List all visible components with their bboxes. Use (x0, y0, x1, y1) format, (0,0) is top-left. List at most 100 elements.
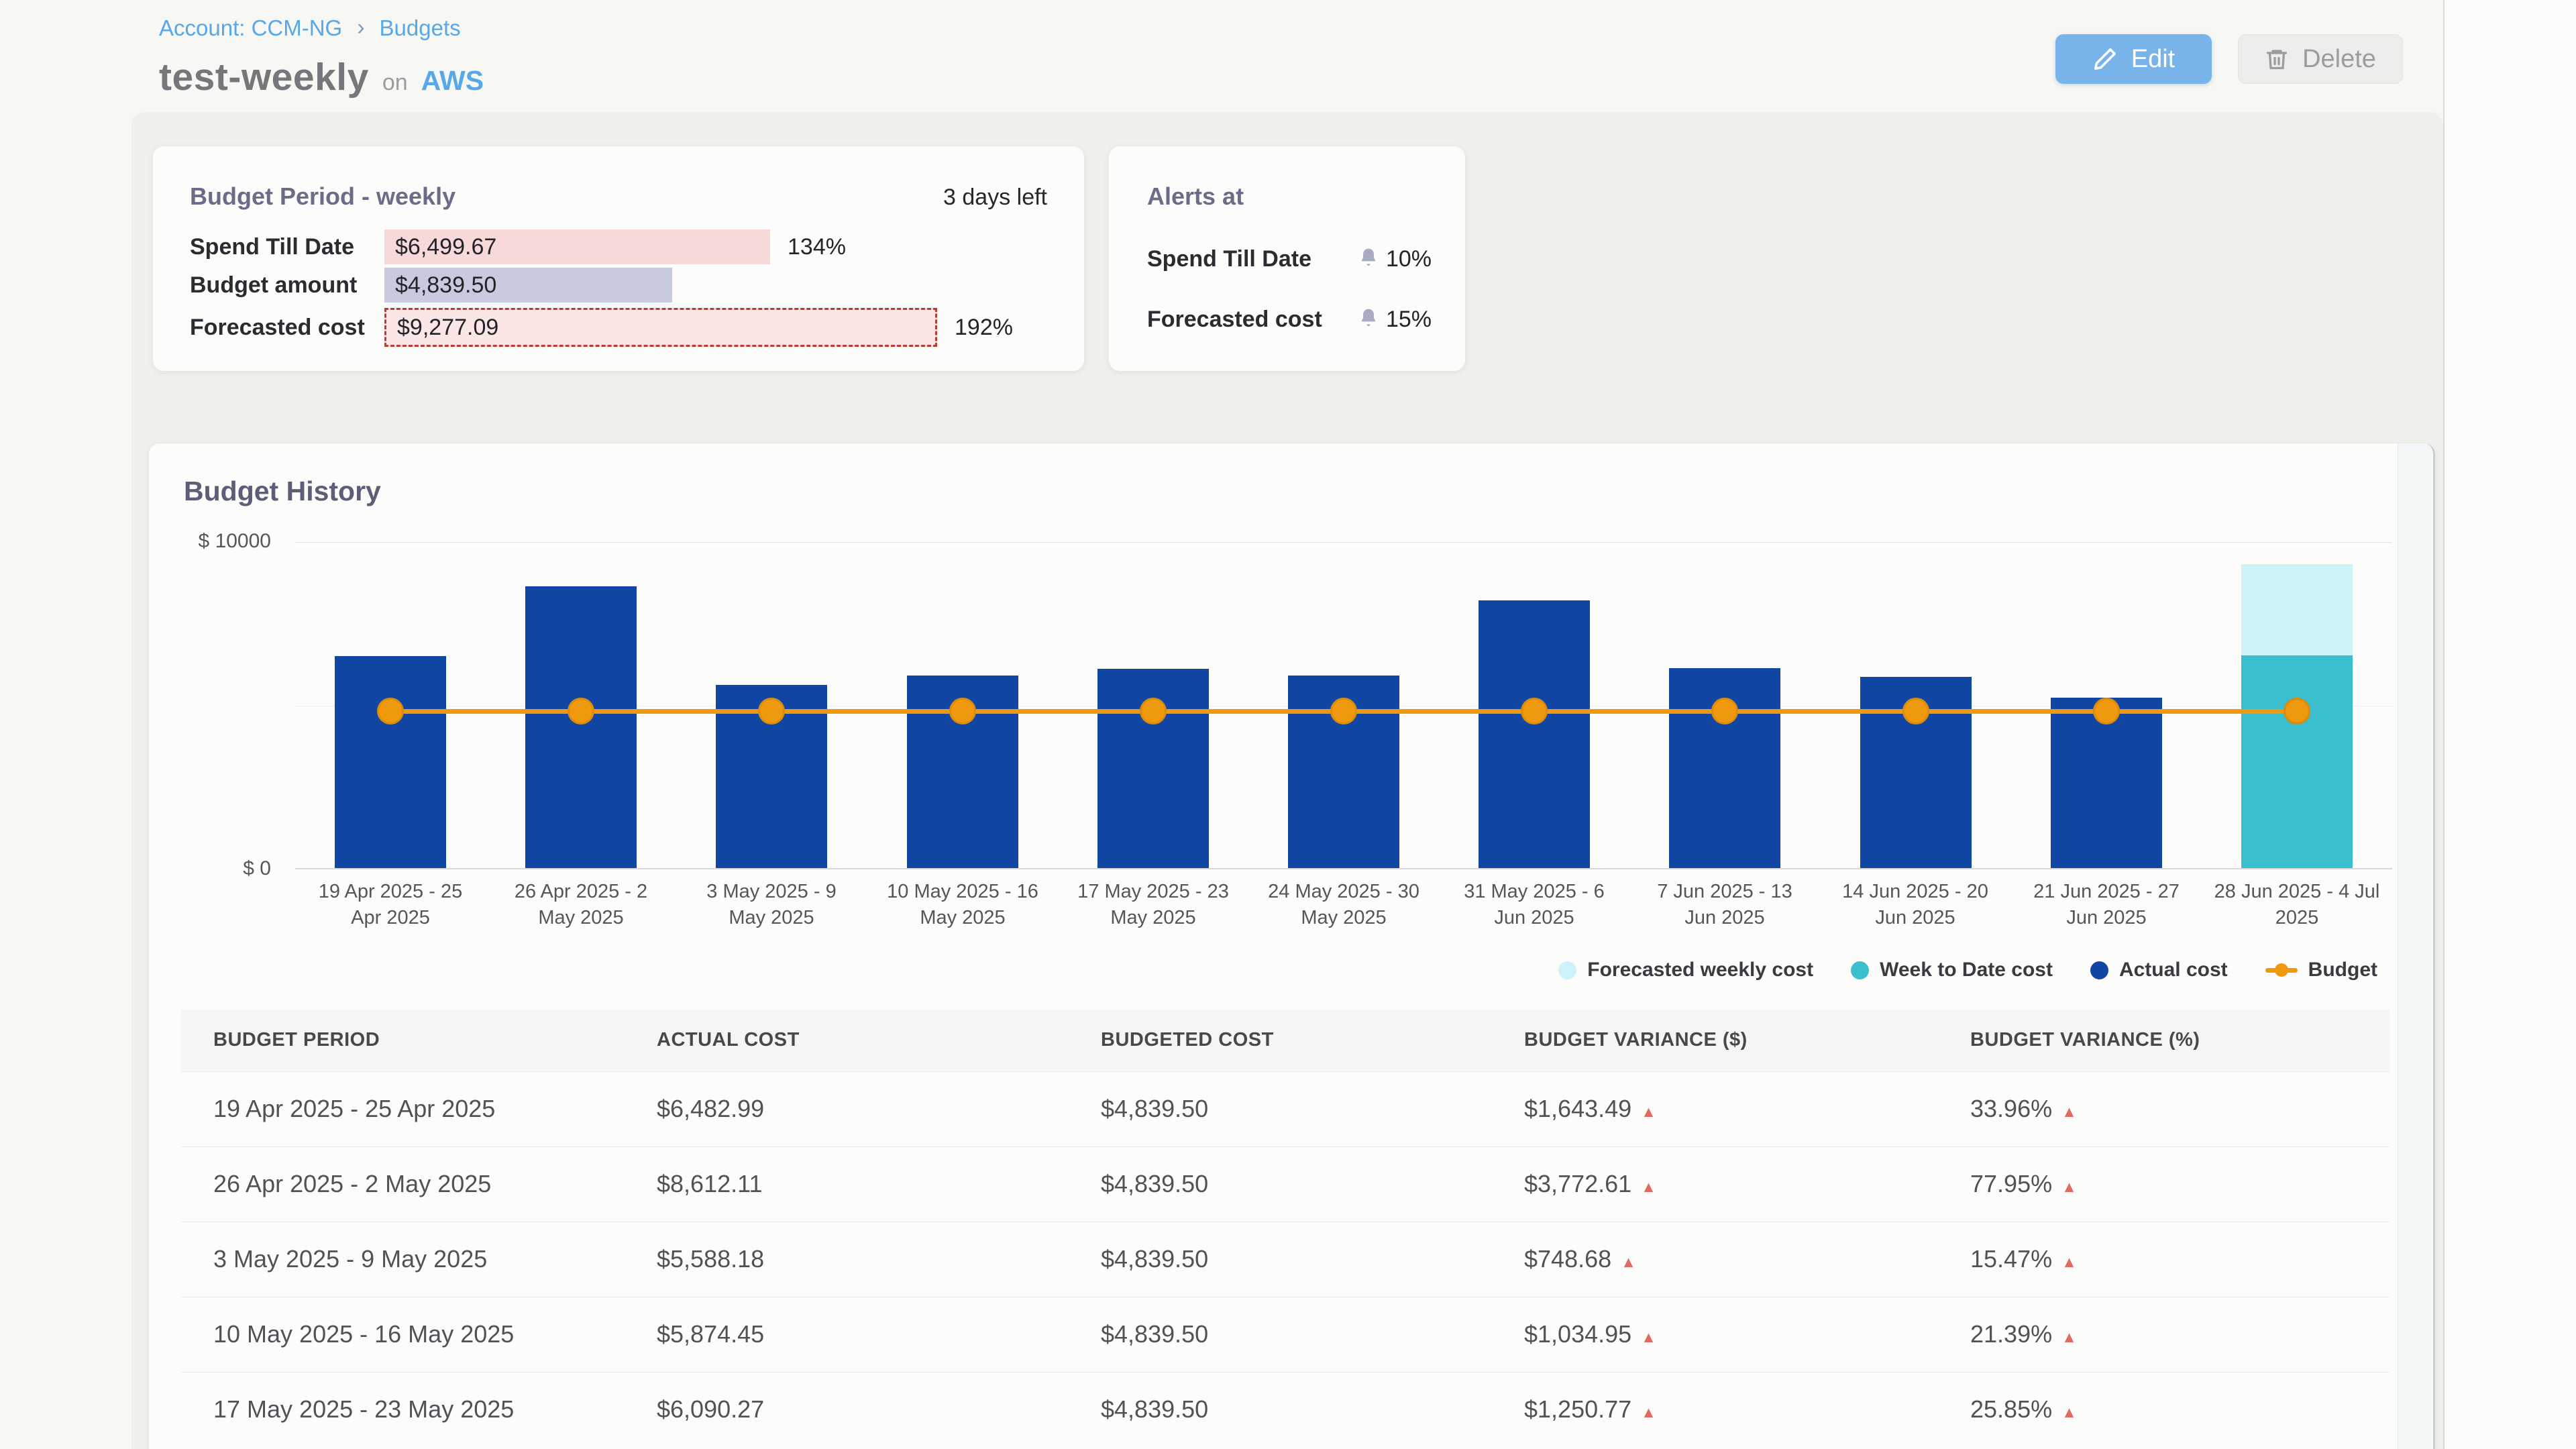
legend-forecasted-weekly-cost[interactable]: Forecasted weekly cost (1558, 959, 1813, 981)
up-triangle-icon: ▲ (1641, 1328, 1656, 1346)
col-budget-variance-pct: BUDGET VARIANCE (%) (1938, 1010, 2390, 1071)
budget-line-marker[interactable] (568, 698, 594, 724)
budget-detail-page: Account: CCM-NG › Budgets test-weekly on… (0, 0, 2576, 1449)
up-triangle-icon: ▲ (2061, 1178, 2077, 1195)
col-budget-variance-usd: BUDGET VARIANCE ($) (1492, 1010, 1938, 1071)
legend-week-to-date-cost[interactable]: Week to Date cost (1851, 959, 2053, 981)
legend-label: Actual cost (2119, 959, 2228, 981)
chart-legend: Forecasted weekly cost Week to Date cost… (1558, 959, 2377, 981)
alert-spend-label: Spend Till Date (1147, 246, 1311, 272)
budget-history-table: BUDGET PERIOD ACTUAL COST BUDGETED COST … (181, 1010, 2390, 1447)
spend-till-date-label: Spend Till Date (190, 234, 384, 260)
page-title: test-weekly (159, 55, 369, 99)
spend-till-date-row: Spend Till Date $6,499.67 134% (190, 229, 846, 264)
delete-button[interactable]: Delete (2238, 34, 2403, 84)
cell-period: 3 May 2025 - 9 May 2025 (181, 1222, 625, 1297)
actual-cost-bar[interactable] (525, 586, 637, 868)
budget-line-marker[interactable] (1140, 698, 1167, 724)
cell-variance-pct: 77.95%▲ (1938, 1146, 2390, 1222)
up-triangle-icon: ▲ (2061, 1253, 2077, 1271)
x-axis-label: 24 May 2025 - 30 May 2025 (1248, 879, 1439, 931)
budget-line-marker[interactable] (377, 698, 404, 724)
budget-line-marker[interactable] (949, 698, 976, 724)
budget-line-marker[interactable] (758, 698, 785, 724)
x-axis-label: 10 May 2025 - 16 May 2025 (867, 879, 1058, 931)
y-axis-tick-max: $ 10000 (177, 530, 271, 553)
table-row[interactable]: 19 Apr 2025 - 25 Apr 2025 $6,482.99 $4,8… (181, 1071, 2390, 1146)
cell-variance-pct: 25.85%▲ (1938, 1372, 2390, 1447)
x-axis-label: 31 May 2025 - 6 Jun 2025 (1439, 879, 1629, 931)
breadcrumb-budgets-link[interactable]: Budgets (380, 15, 461, 41)
legend-label: Week to Date cost (1880, 959, 2053, 981)
up-triangle-icon: ▲ (1641, 1103, 1656, 1120)
budget-amount-label: Budget amount (190, 272, 384, 299)
col-actual-cost: ACTUAL COST (625, 1010, 1069, 1071)
table-row[interactable]: 3 May 2025 - 9 May 2025 $5,588.18 $4,839… (181, 1222, 2390, 1297)
budget-line-marker[interactable] (1902, 698, 1929, 724)
legend-actual-cost[interactable]: Actual cost (2090, 959, 2228, 981)
table-row[interactable]: 26 Apr 2025 - 2 May 2025 $8,612.11 $4,83… (181, 1146, 2390, 1222)
forecasted-cost-row: Forecasted cost $9,277.09 192% (190, 308, 1013, 347)
chart-plot (295, 542, 2392, 869)
cell-budgeted: $4,839.50 (1069, 1297, 1492, 1372)
budget-line-marker[interactable] (1521, 698, 1548, 724)
x-axis-label: 3 May 2025 - 9 May 2025 (676, 879, 867, 931)
bell-icon (1358, 247, 1379, 272)
budget-amount-value: $4,839.50 (395, 272, 496, 299)
actual-cost-bar[interactable] (335, 656, 446, 868)
cell-variance-usd: $1,250.77▲ (1492, 1372, 1938, 1447)
pencil-icon (2092, 46, 2118, 72)
budget-line-marker[interactable] (2284, 698, 2310, 724)
up-triangle-icon: ▲ (2061, 1103, 2077, 1120)
budget-line-marker[interactable] (1330, 698, 1357, 724)
forecasted-cost-label: Forecasted cost (190, 315, 384, 341)
cell-variance-usd: $1,643.49▲ (1492, 1071, 1938, 1146)
budget-history-card: Budget History $ 10000 $ 0 19 Apr 2025 -… (149, 443, 2435, 1449)
forecasted-cost-value: $9,277.09 (397, 315, 498, 341)
forecasted-cost-bar: $9,277.09 (384, 308, 937, 347)
actual-cost-bar[interactable] (1479, 600, 1590, 868)
budget-amount-bar: $4,839.50 (384, 268, 672, 303)
x-axis-label: 28 Jun 2025 - 4 Jul 2025 (2202, 879, 2392, 931)
budget-line-marker[interactable] (2093, 698, 2120, 724)
legend-budget[interactable]: Budget (2265, 959, 2377, 981)
alerts-card: Alerts at Spend Till Date 10% Forecasted… (1109, 146, 1465, 371)
card-scrollbar[interactable] (2398, 443, 2435, 1449)
spend-till-date-percent: 134% (788, 234, 846, 260)
breadcrumb: Account: CCM-NG › Budgets (159, 15, 461, 41)
budget-summary-section: Budget Period - weekly 3 days left Spend… (131, 112, 2443, 1449)
cell-budgeted: $4,839.50 (1069, 1372, 1492, 1447)
legend-budget-line-marker (2265, 968, 2298, 973)
y-axis-tick-zero: $ 0 (177, 857, 271, 880)
budget-line-marker[interactable] (1711, 698, 1738, 724)
alert-spend-threshold: 10% (1386, 246, 1432, 272)
x-axis-label: 7 Jun 2025 - 13 Jun 2025 (1629, 879, 1820, 931)
table-row[interactable]: 17 May 2025 - 23 May 2025 $6,090.27 $4,8… (181, 1372, 2390, 1447)
breadcrumb-account-link[interactable]: Account: CCM-NG (159, 15, 342, 41)
cell-period: 10 May 2025 - 16 May 2025 (181, 1297, 625, 1372)
cell-actual: $6,482.99 (625, 1071, 1069, 1146)
gridline-10000 (295, 542, 2392, 543)
cell-budgeted: $4,839.50 (1069, 1146, 1492, 1222)
alert-forecast-label: Forecasted cost (1147, 307, 1322, 333)
cell-variance-usd: $1,034.95▲ (1492, 1297, 1938, 1372)
spend-till-date-bar: $6,499.67 (384, 229, 770, 264)
trash-icon (2265, 47, 2289, 71)
table-row[interactable]: 10 May 2025 - 16 May 2025 $5,874.45 $4,8… (181, 1297, 2390, 1372)
cloud-provider-label: AWS (421, 65, 484, 97)
budget-period-card-title: Budget Period - weekly (190, 182, 455, 211)
spend-till-date-value: $6,499.67 (395, 234, 496, 260)
x-axis-label: 14 Jun 2025 - 20 Jun 2025 (1820, 879, 2010, 931)
cell-actual: $5,588.18 (625, 1222, 1069, 1297)
chart-x-labels: 19 Apr 2025 - 25 Apr 202526 Apr 2025 - 2… (295, 879, 2392, 953)
bell-icon (1358, 307, 1379, 332)
legend-label: Budget (2308, 959, 2377, 981)
edit-button[interactable]: Edit (2055, 34, 2212, 84)
page-title-row: test-weekly on AWS (159, 55, 484, 99)
legend-label: Forecasted weekly cost (1587, 959, 1813, 981)
cell-variance-pct: 21.39%▲ (1938, 1297, 2390, 1372)
cell-actual: $5,874.45 (625, 1297, 1069, 1372)
forecasted-weekly-cost-bar[interactable] (2241, 564, 2353, 655)
legend-dot-forecast (1558, 961, 1576, 979)
week-to-date-bar[interactable] (2241, 655, 2353, 868)
